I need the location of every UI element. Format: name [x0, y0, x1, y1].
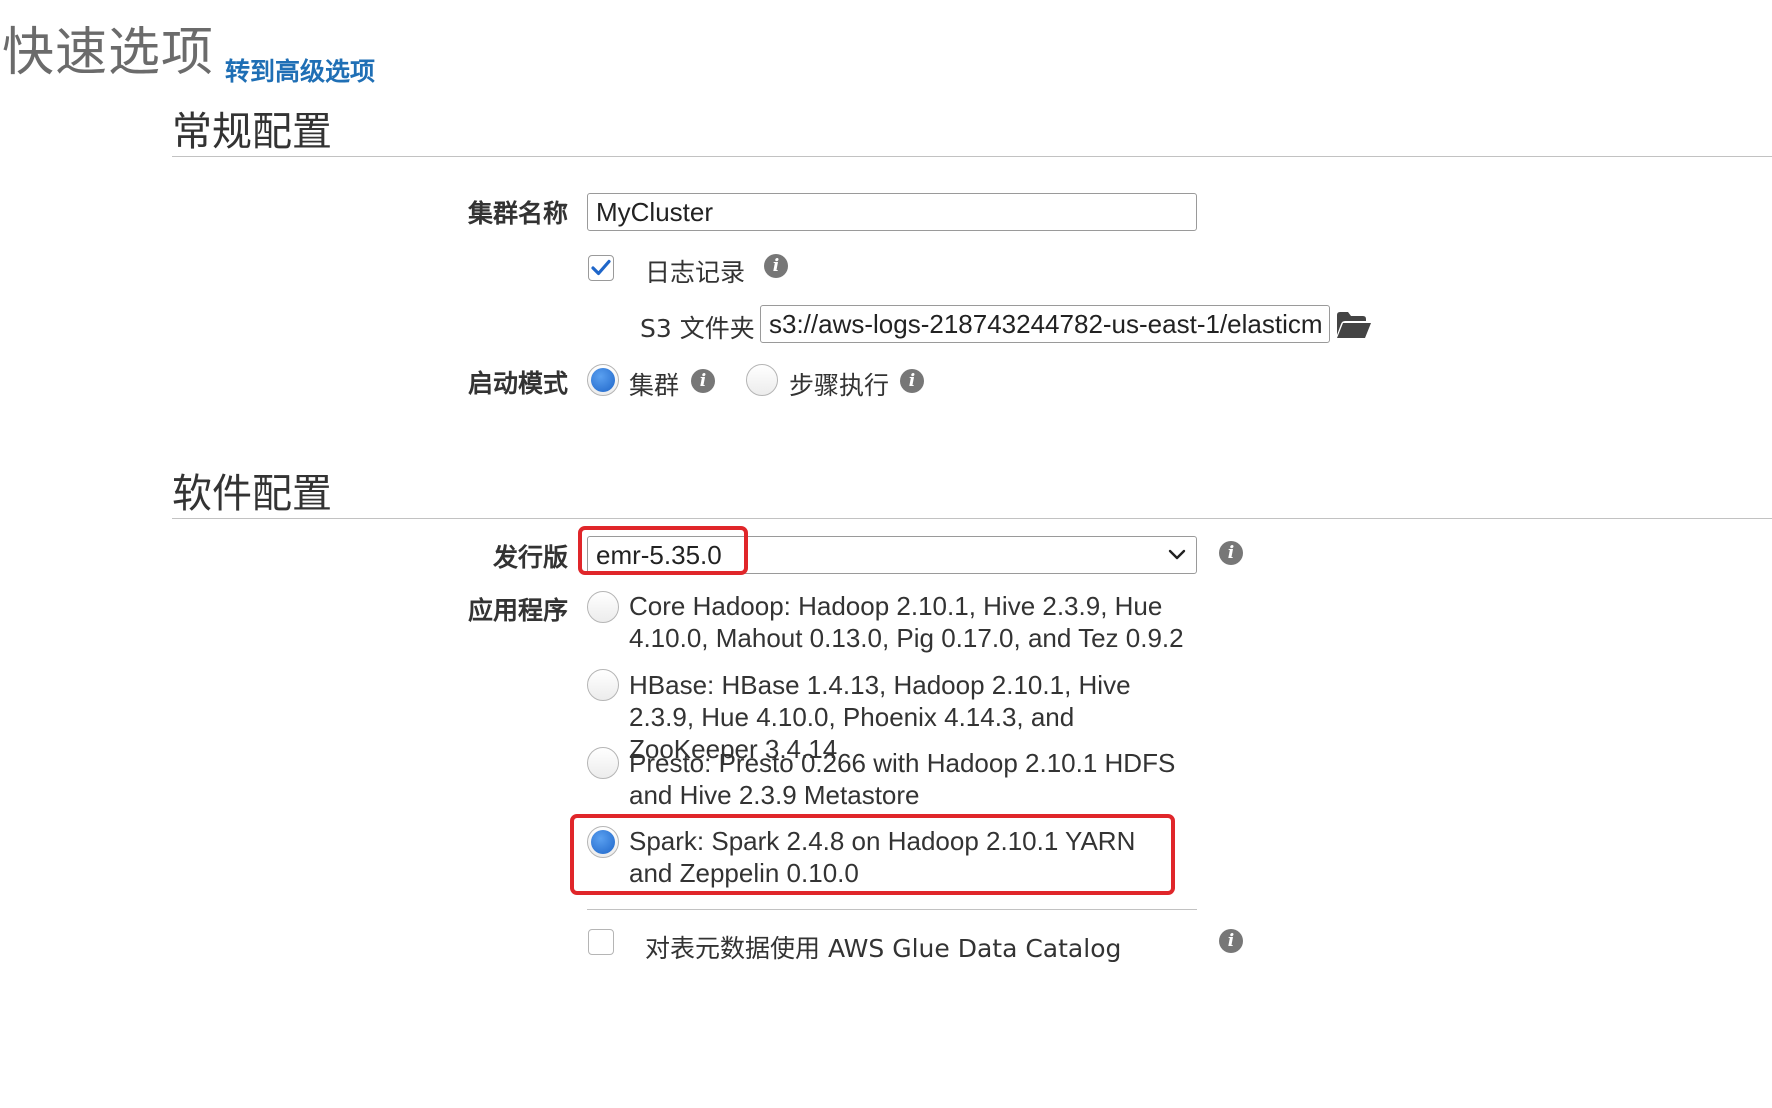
launch-mode-cluster-label: 集群 [629, 371, 680, 400]
s3-folder-label: S3 文件夹 [640, 314, 755, 343]
general-config-title: 常规配置 [172, 109, 332, 155]
launch-step-info-icon[interactable]: i [900, 369, 924, 393]
cluster-name-label: 集群名称 [467, 199, 568, 228]
cluster-name-input[interactable] [587, 193, 1197, 231]
launch-cluster-info-icon[interactable]: i [691, 369, 715, 393]
folder-open-icon[interactable] [1335, 310, 1373, 344]
app-presto-label: Presto: Presto 0.266 with Hadoop 2.10.1 … [629, 748, 1176, 810]
page-title: 快速选项 [2, 23, 215, 83]
glue-catalog-checkbox[interactable] [588, 929, 614, 955]
applications-divider [587, 909, 1197, 910]
logging-label: 日志记录 [645, 258, 746, 287]
chevron-down-icon [1168, 549, 1186, 560]
launch-mode-label: 启动模式 [467, 369, 568, 398]
logging-info-icon[interactable]: i [764, 254, 788, 278]
glue-catalog-label: 对表元数据使用 AWS Glue Data Catalog [645, 934, 1122, 963]
radio-selected-dot [591, 368, 615, 392]
app-hbase-radio[interactable] [587, 669, 619, 701]
glue-info-icon[interactable]: i [1219, 929, 1243, 953]
s3-folder-input[interactable] [760, 305, 1330, 343]
release-info-icon[interactable]: i [1219, 541, 1243, 565]
launch-mode-step-radio[interactable] [746, 364, 778, 396]
checkmark-icon [591, 259, 611, 276]
launch-mode-cluster-radio[interactable] [587, 364, 619, 396]
release-label: 发行版 [492, 543, 568, 572]
release-highlight-box [578, 526, 748, 575]
advanced-options-link[interactable]: 转到高级选项 [225, 52, 375, 88]
app-presto-radio[interactable] [587, 747, 619, 779]
spark-highlight-box [570, 814, 1175, 895]
software-config-divider [172, 518, 1772, 519]
general-config-divider [172, 156, 1772, 157]
logging-checkbox[interactable] [588, 255, 614, 281]
app-core-hadoop-radio[interactable] [587, 591, 619, 623]
applications-label: 应用程序 [467, 596, 568, 625]
launch-mode-step-label: 步骤执行 [789, 371, 890, 400]
software-config-title: 软件配置 [172, 471, 332, 517]
app-core-hadoop-label: Core Hadoop: Hadoop 2.10.1, Hive 2.3.9, … [629, 591, 1184, 653]
